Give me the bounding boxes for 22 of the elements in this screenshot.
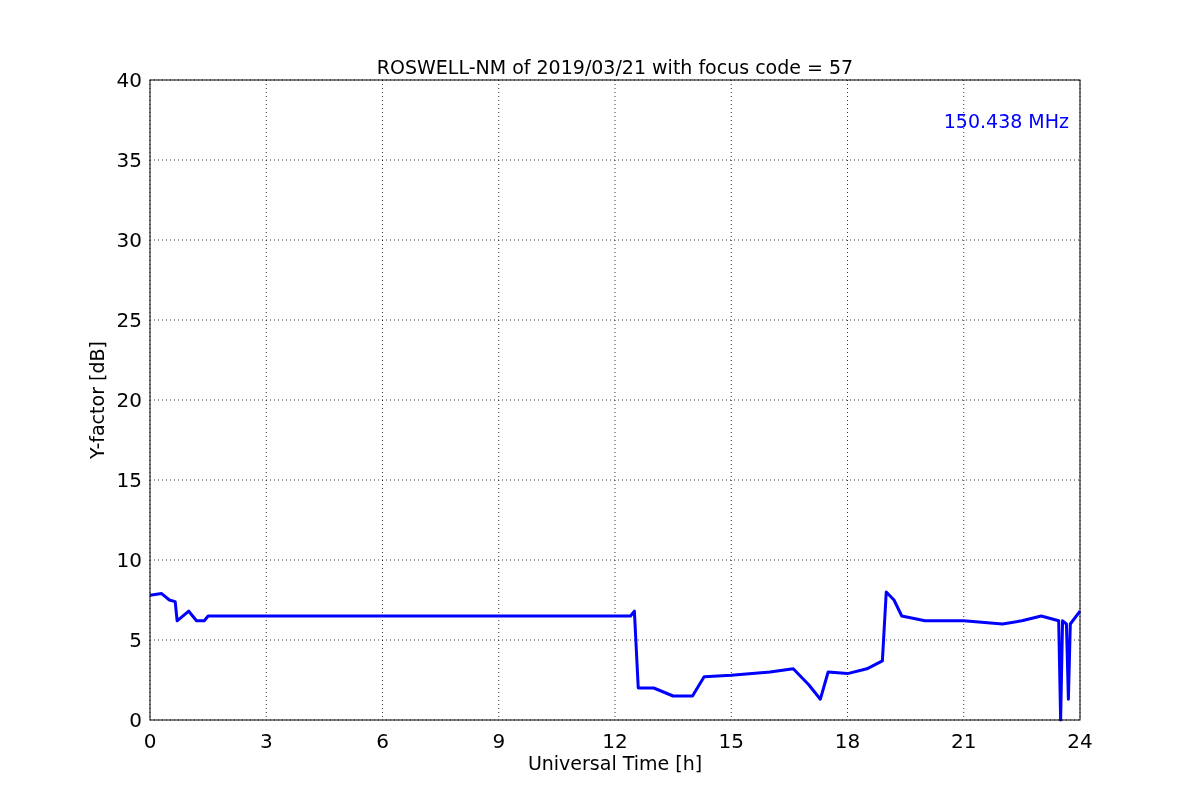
y-tick-label: 25 xyxy=(116,308,142,332)
x-tick-label: 15 xyxy=(718,729,744,753)
x-tick-label: 0 xyxy=(143,729,157,753)
y-tick-label: 35 xyxy=(116,148,142,172)
series-label: 150.438 MHz xyxy=(943,110,1069,132)
y-tick-label: 30 xyxy=(116,228,142,252)
x-tick-label: 21 xyxy=(951,729,977,753)
chart-title: ROSWELL-NM of 2019/03/21 with focus code = 57 xyxy=(376,56,854,78)
y-tick-label: 15 xyxy=(116,468,142,492)
y-axis-label: Y-factor [dB] xyxy=(86,341,108,459)
x-tick-label: 9 xyxy=(492,729,506,753)
y-tick-label: 0 xyxy=(129,708,142,732)
x-tick-label: 6 xyxy=(376,729,389,753)
y-tick-label: 40 xyxy=(116,68,142,92)
x-tick-label: 12 xyxy=(602,729,628,753)
x-axis-label: Universal Time [h] xyxy=(527,752,703,774)
y-tick-label: 5 xyxy=(129,628,142,652)
y-tick-label: 10 xyxy=(116,548,142,572)
y-tick-label: 20 xyxy=(116,388,142,412)
x-tick-label: 3 xyxy=(259,729,273,753)
x-tick-label: 24 xyxy=(1067,729,1093,753)
x-tick-label: 18 xyxy=(834,729,861,753)
